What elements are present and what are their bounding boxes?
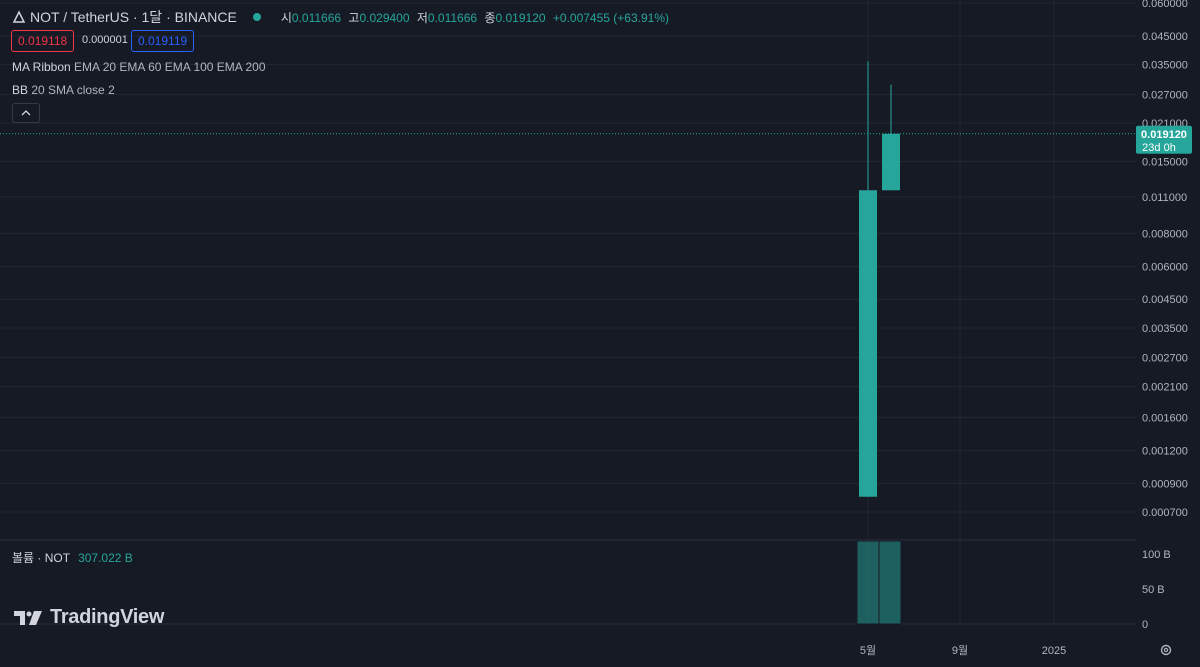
symbol-legend[interactable]: NOT / TetherUS · 1달 · BINANCE 시0.011666 … — [12, 7, 669, 27]
symbol-title[interactable]: NOT / TetherUS · 1달 · BINANCE — [30, 7, 237, 27]
tradingview-logo[interactable]: TradingView — [14, 606, 164, 629]
volume-tick-label: 100 B — [1142, 549, 1171, 561]
volume-legend[interactable]: 볼륨 · NOT 307.022 B — [12, 549, 133, 566]
price-tick-label: 0.045000 — [1142, 31, 1188, 43]
price-tick-label: 0.060000 — [1142, 0, 1188, 10]
candle-body — [859, 190, 877, 497]
gear-icon[interactable] — [1159, 643, 1173, 660]
price-tick-label: 0.002100 — [1142, 381, 1188, 393]
chevron-up-icon — [21, 110, 31, 116]
high-value: 0.029400 — [359, 10, 410, 25]
price-tick-label: 0.003500 — [1142, 323, 1188, 335]
time-tick-label: 5월 — [860, 644, 876, 657]
time-tick-label: 2025 — [1042, 645, 1066, 657]
volume-bars — [856, 540, 902, 625]
indicator-ma-ribbon[interactable]: MA Ribbon EMA 20 EMA 60 EMA 100 EMA 200 — [12, 60, 266, 74]
logo-text: TradingView — [50, 606, 165, 628]
market-status-icon — [252, 13, 261, 21]
symbol-logo-icon — [12, 10, 26, 24]
price-tick-label: 0.027000 — [1142, 89, 1188, 101]
price-tick-label: 0.001200 — [1142, 445, 1188, 457]
price-tick-label: 0.002700 — [1142, 353, 1188, 365]
close-value: 0.019120 — [495, 10, 546, 25]
price-axis[interactable]: 0.0600000.0450000.0350000.0270000.021000… — [1142, 0, 1188, 519]
indicator-name: BB — [12, 83, 29, 97]
volume-label: 볼륨 · NOT — [12, 551, 71, 565]
price-tick-label: 0.035000 — [1142, 60, 1188, 72]
last-price-countdown: 23d 0h — [1142, 142, 1176, 154]
price-tick-label: 0.000700 — [1142, 507, 1188, 519]
low-value: 0.011666 — [427, 10, 478, 25]
time-axis[interactable]: 5월 9월 2025 — [860, 644, 1066, 657]
price-tick-label: 0.000900 — [1142, 478, 1188, 490]
price-tick-label: 0.001600 — [1142, 412, 1188, 424]
price-tick-label: 0.006000 — [1142, 261, 1188, 273]
time-tick-label: 9월 — [952, 644, 968, 657]
candle-body — [882, 133, 900, 191]
indicator-params: EMA 20 EMA 60 EMA 100 EMA 200 — [74, 60, 266, 74]
sell-price-button[interactable]: 0.019118 — [11, 30, 75, 52]
tradingview-logo-icon — [14, 610, 42, 625]
volume-tick-label: 0 — [1142, 619, 1148, 631]
indicator-name: MA Ribbon — [12, 60, 71, 74]
ohlc-values: 시0.011666 고0.029400 저0.011666 종0.019120 … — [277, 9, 669, 26]
indicator-params: 20 SMA close 2 — [31, 83, 115, 97]
buy-price-button[interactable]: 0.019119 — [131, 30, 195, 52]
open-value: 0.011666 — [291, 10, 342, 25]
price-tick-label: 0.004500 — [1142, 294, 1188, 306]
change-value: +0.007455 (+63.91%) — [552, 10, 669, 25]
chart-canvas[interactable]: 0.0600000.0450000.0350000.0270000.021000… — [0, 0, 1200, 667]
price-tick-label: 0.015000 — [1142, 157, 1188, 169]
price-tick-label: 0.008000 — [1142, 228, 1188, 240]
high-label: 고 — [348, 10, 360, 25]
volume-axis: 100 B 50 B 0 — [1142, 549, 1171, 631]
indicator-bb[interactable]: BB 20 SMA close 2 — [12, 83, 115, 97]
open-label: 시 — [280, 10, 292, 25]
last-price-value: 0.019120 — [1141, 129, 1187, 141]
volume-value: 307.022 B — [78, 551, 133, 565]
close-label: 종 — [484, 10, 496, 25]
volume-bar — [878, 540, 902, 625]
price-tick-label: 0.011000 — [1142, 192, 1187, 204]
volume-bar — [856, 540, 880, 625]
vertical-grid — [867, 0, 1055, 624]
horizontal-grid — [0, 2, 1136, 513]
last-price-label: 0.019120 23d 0h — [1136, 125, 1192, 154]
spread-value: 0.000001 — [82, 34, 128, 46]
low-label: 저 — [416, 10, 428, 25]
volume-tick-label: 50 B — [1142, 584, 1165, 596]
candles — [859, 61, 900, 497]
collapse-legend-button[interactable] — [12, 103, 40, 123]
